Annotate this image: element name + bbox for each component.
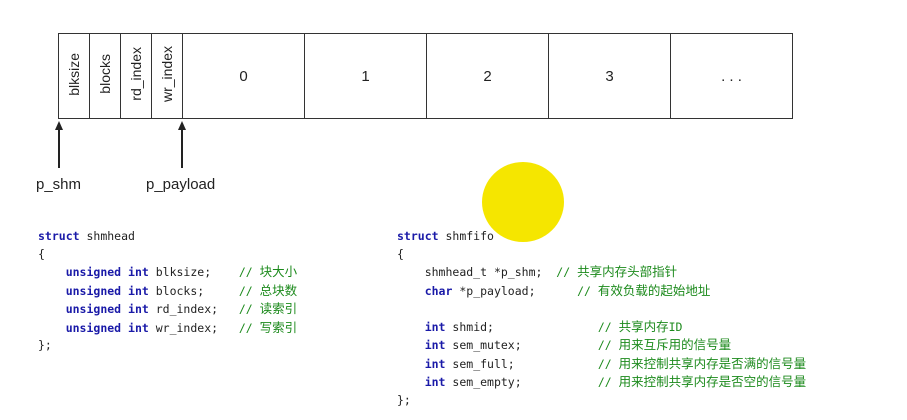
- field-name: blocks;: [155, 283, 205, 298]
- struct-name: shmhead: [86, 229, 135, 243]
- p-shm-arrow-head: [54, 121, 63, 130]
- field-type: unsigned int: [65, 302, 149, 316]
- payload-block-ellipsis: . . .: [670, 33, 793, 119]
- field-name: *p_payload;: [459, 283, 536, 298]
- field-comment: 用来互斥用的信号量: [618, 337, 732, 352]
- field-comment: 总块数: [259, 282, 298, 298]
- p-shm-label: p_shm: [36, 176, 82, 193]
- field-comment: 读索引: [259, 301, 298, 316]
- field-name: *p_shm;: [493, 265, 543, 279]
- field-type: unsigned int: [65, 283, 149, 298]
- payload-block-0: 0: [182, 33, 305, 119]
- field-comment: 共享内存头部指针: [577, 264, 678, 279]
- p-payload-label: p_payload: [146, 176, 216, 193]
- brace-close: };: [397, 392, 411, 407]
- field-name: sem_mutex;: [452, 338, 522, 352]
- field-comment: 写索引: [259, 319, 298, 335]
- field-type: int: [424, 319, 446, 334]
- keyword: struct: [38, 229, 80, 243]
- field-name: blksize;: [155, 265, 212, 279]
- header-cell-blksize: blksize: [58, 33, 90, 119]
- field-type: char: [424, 283, 453, 298]
- field-comment: 用来控制共享内存是否满的信号量: [618, 355, 807, 371]
- p-payload-arrow-head: [177, 121, 186, 130]
- shmfifo-struct-code: struct shmfifo { shmhead_t *p_shm; // 共享…: [397, 229, 807, 407]
- shared-memory-layout: blksize blocks rd_index wr_index 0 1 2 3…: [58, 33, 793, 119]
- header-cell-wr-index: wr_index: [151, 33, 183, 119]
- payload-block-1: 1: [304, 33, 427, 119]
- field-name: sem_full;: [452, 356, 515, 371]
- keyword: struct: [397, 229, 439, 243]
- field-name: sem_empty;: [452, 375, 522, 389]
- p-shm-arrow-line: [58, 128, 60, 168]
- header-cell-rd-index: rd_index: [120, 33, 152, 119]
- field-comment: 块大小: [259, 264, 298, 279]
- field-type: int: [424, 375, 446, 389]
- field-name: shmid;: [452, 319, 494, 334]
- shmhead-struct-code: struct shmhead { unsigned int blksize; /…: [38, 229, 298, 352]
- field-type: int: [424, 338, 446, 352]
- field-name: wr_index;: [155, 320, 219, 335]
- field-comment-suffix: ID: [668, 319, 683, 334]
- field-comment: 有效负载的起始地址: [597, 282, 711, 298]
- field-type: unsigned int: [65, 320, 149, 335]
- field-type: int: [424, 356, 446, 371]
- field-type: unsigned int: [65, 265, 149, 279]
- p-payload-arrow-line: [181, 128, 183, 168]
- field-comment: 共享内存: [618, 318, 669, 334]
- field-name: rd_index;: [155, 302, 219, 316]
- struct-name: shmfifo: [445, 229, 494, 243]
- brace-open: {: [38, 246, 45, 261]
- field-type: shmhead_t: [424, 265, 488, 279]
- brace-close: };: [38, 338, 52, 352]
- brace-open: {: [397, 246, 404, 261]
- payload-block-3: 3: [548, 33, 671, 119]
- payload-block-2: 2: [426, 33, 549, 119]
- header-cell-blocks: blocks: [89, 33, 121, 119]
- cursor-highlight-dot: [482, 162, 564, 242]
- field-comment: 用来控制共享内存是否空的信号量: [618, 374, 807, 389]
